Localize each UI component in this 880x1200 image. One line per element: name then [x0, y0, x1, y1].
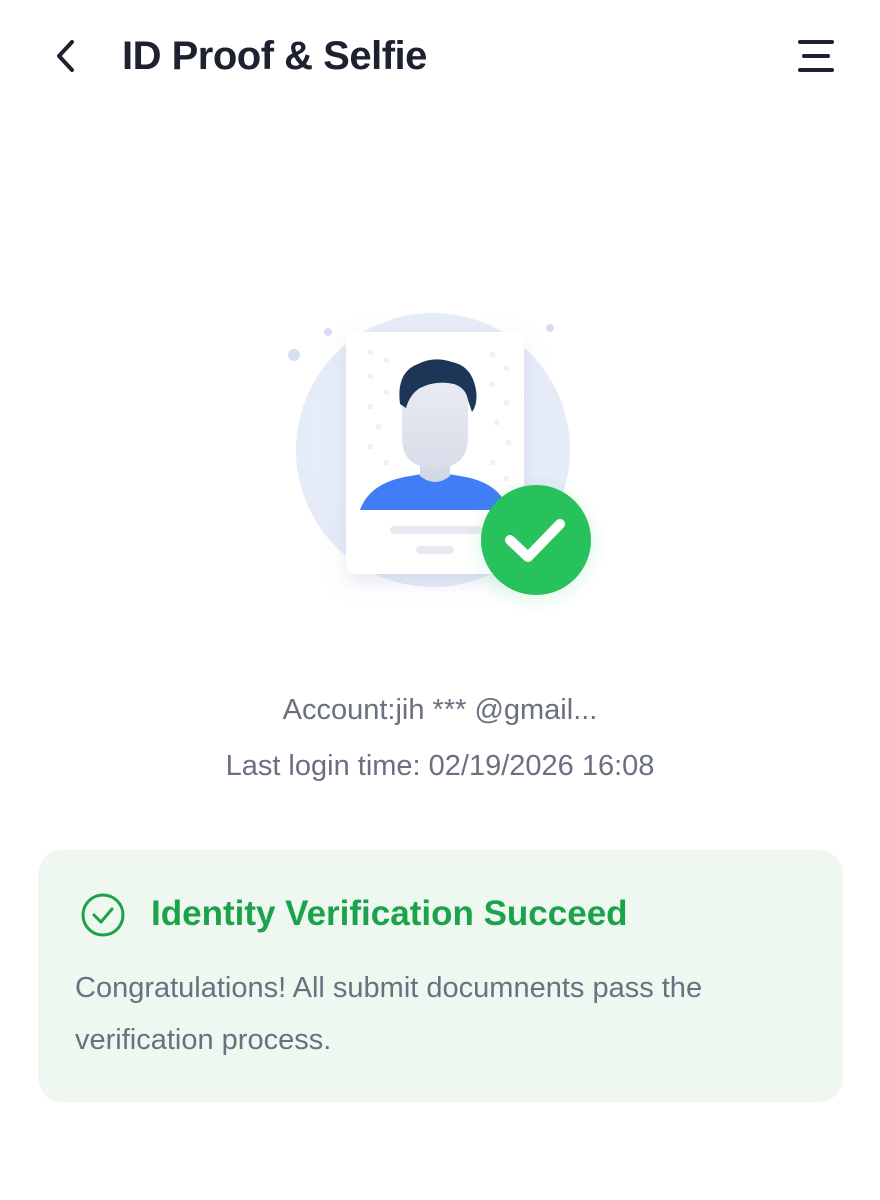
- check-circle-icon: [481, 485, 591, 595]
- verification-status-title: Identity Verification Succeed: [151, 894, 628, 933]
- back-button[interactable]: [44, 34, 88, 78]
- decor-dot: [288, 349, 300, 361]
- verified-id-card-illustration: [250, 300, 630, 640]
- verification-status-description: Congratulations! All submit documnents p…: [75, 972, 703, 1056]
- decor-dot: [324, 328, 332, 336]
- chevron-left-icon: [57, 40, 74, 72]
- check-circle-outline-icon: [81, 893, 125, 937]
- card-line: [416, 546, 454, 554]
- verification-status-card: Identity Verification Succeed Congratula…: [38, 850, 843, 1102]
- page-title: ID Proof & Selfie: [122, 34, 427, 78]
- hamburger-menu-icon: [798, 40, 834, 72]
- account-text: Account:jih *** @gmail...: [282, 694, 598, 726]
- decor-dot: [546, 324, 554, 332]
- app-header: ID Proof & Selfie: [0, 0, 880, 112]
- last-login-text: Last login time: 02/19/2026 16:08: [225, 750, 655, 782]
- menu-button[interactable]: [792, 34, 840, 78]
